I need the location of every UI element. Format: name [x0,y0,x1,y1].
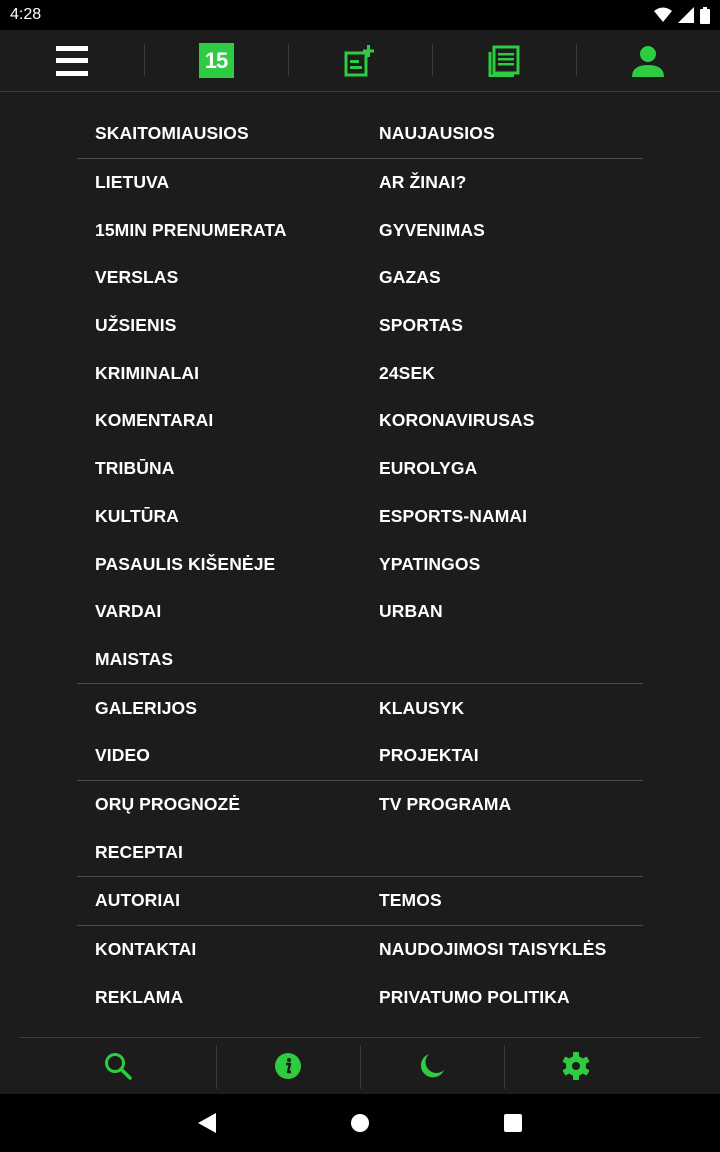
menu-item-koronavirusas[interactable]: KORONAVIRUSAS [361,410,643,431]
menu-row: AUTORIAI TEMOS [77,877,643,925]
menu-item-ar-zinai[interactable]: AR ŽINAI? [361,172,643,193]
signal-icon [678,7,694,23]
menu-item-verslas[interactable]: VERSLAS [77,267,361,288]
section-menu: SKAITOMIAUSIOS NAUJAUSIOS LIETUVA AR ŽINAI?… [77,110,643,1021]
menu-row: ORŲ PROGNOZĖ TV PROGRAMA [77,781,643,829]
menu-row: GALERIJOS KLAUSYK [77,684,643,732]
menu-item-projektai[interactable]: PROJEKTAI [361,745,643,766]
menu-item-pasaulis-kiseneje[interactable]: PASAULIS KIŠENĖJE [77,554,361,575]
menu-row: MAISTAS [77,636,643,684]
menu-section: SKAITOMIAUSIOS NAUJAUSIOS [77,110,643,158]
gear-icon [562,1052,590,1080]
menu-item-esports-namai[interactable]: ESPORTS-NAMAI [361,506,643,527]
home-button[interactable] [284,1114,437,1132]
recents-icon [504,1114,522,1132]
menu-section: KONTAKTAI NAUDOJIMOSI TAISYKLĖS REKLAMA PRI… [77,924,643,1021]
menu-item-naudojimosi-taisykles[interactable]: NAUDOJIMOSI TAISYKLĖS [361,939,643,960]
menu-row: 15MIN PRENUMERATA GYVENIMAS [77,206,643,254]
menu-item-video[interactable]: VIDEO [77,745,361,766]
menu-item-ypatingos[interactable]: YPATINGOS [361,554,643,575]
menu-item-temos[interactable]: TEMOS [361,890,643,911]
menu-item-receptai[interactable]: RECEPTAI [77,842,361,863]
menu-item-autoriai[interactable]: AUTORIAI [77,890,361,911]
menu-item-kriminalai[interactable]: KRIMINALAI [77,363,361,384]
menu-item-skaitomiausios[interactable]: SKAITOMIAUSIOS [77,123,361,144]
info-icon [275,1053,301,1079]
menu-item-gazas[interactable]: GAZAS [361,267,643,288]
articles-button[interactable] [432,30,576,91]
user-button[interactable] [576,30,720,91]
menu-row: KRIMINALAI 24SEK [77,349,643,397]
menu-section: AUTORIAI TEMOS [77,876,643,925]
menu-section: GALERIJOS KLAUSYK VIDEO PROJEKTAI [77,683,643,779]
add-article-icon [344,44,374,76]
menu-item-naujausios[interactable]: NAUJAUSIOS [361,123,643,144]
menu-row: REKLAMA PRIVATUMO POLITIKA [77,973,643,1021]
moon-icon [420,1054,444,1078]
menu-item-kultura[interactable]: KULTŪRA [77,506,361,527]
menu-item-gyvenimas[interactable]: GYVENIMAS [361,220,643,241]
recents-button[interactable] [437,1114,590,1132]
menu-row: SKAITOMIAUSIOS NAUJAUSIOS [77,110,643,158]
status-icons [654,6,710,24]
status-time: 4:28 [10,6,42,23]
menu-item-15min-prenumerata[interactable]: 15MIN PRENUMERATA [77,220,361,241]
menu-row: TRIBŪNA EUROLYGA [77,445,643,493]
menu-icon [56,45,88,76]
menu-row: KOMENTARAI KORONAVIRUSAS [77,397,643,445]
menu-row: VIDEO PROJEKTAI [77,732,643,780]
menu-row: VERSLAS GAZAS [77,254,643,302]
menu-item-lietuva[interactable]: LIETUVA [77,172,361,193]
menu-item-komentarai[interactable]: KOMENTARAI [77,410,361,431]
menu-item-tribuna[interactable]: TRIBŪNA [77,458,361,479]
menu-item-24sek[interactable]: 24SEK [361,363,643,384]
menu-item-kontaktai[interactable]: KONTAKTAI [77,939,361,960]
menu-item-reklama[interactable]: REKLAMA [77,987,361,1008]
status-bar: 4:28 [0,0,720,30]
battery-icon [700,6,710,24]
menu-row: KONTAKTAI NAUDOJIMOSI TAISYKLĖS [77,926,643,974]
menu-item-uzsienis[interactable]: UŽSIENIS [77,315,361,336]
home-logo-button[interactable]: 15 [144,30,288,91]
system-nav-bar [0,1094,720,1152]
add-article-button[interactable] [288,30,432,91]
user-icon [632,45,664,77]
menu-item-tv-programa[interactable]: TV PROGRAMA [361,794,643,815]
menu-item-klausyk[interactable]: KLAUSYK [361,698,643,719]
back-icon [198,1113,216,1133]
menu-item-maistas[interactable]: MAISTAS [77,649,361,670]
menu-row: VARDAI URBAN [77,588,643,636]
menu-row: PASAULIS KIŠENĖJE YPATINGOS [77,540,643,588]
menu-section: LIETUVA AR ŽINAI? 15MIN PRENUMERATA GYVENIM… [77,157,643,684]
search-button[interactable] [19,1038,216,1094]
menu-item-urban[interactable]: URBAN [361,601,643,622]
bottom-toolbar [19,1037,701,1094]
info-button[interactable] [216,1038,360,1094]
menu-button[interactable] [0,30,144,91]
top-toolbar: 15 [0,30,720,92]
menu-section: ORŲ PROGNOZĖ TV PROGRAMA RECEPTAI [77,779,643,876]
menu-row: RECEPTAI [77,828,643,876]
back-button[interactable] [131,1113,284,1133]
logo-icon: 15 [198,43,234,78]
dark-mode-button[interactable] [360,1038,504,1094]
home-icon [351,1114,369,1132]
search-icon [104,1053,132,1080]
wifi-icon [654,7,672,22]
menu-row: LIETUVA AR ŽINAI? [77,159,643,207]
menu-item-sportas[interactable]: SPORTAS [361,315,643,336]
menu-row: KULTŪRA ESPORTS-NAMAI [77,493,643,541]
articles-icon [488,45,520,77]
menu-item-privatumo-politika[interactable]: PRIVATUMO POLITIKA [361,987,643,1008]
menu-item-vardai[interactable]: VARDAI [77,601,361,622]
menu-row: UŽSIENIS SPORTAS [77,302,643,350]
menu-item-eurolyga[interactable]: EUROLYGA [361,458,643,479]
menu-item-oru-prognoze[interactable]: ORŲ PROGNOZĖ [77,794,361,815]
settings-button[interactable] [504,1038,701,1094]
menu-item-galerijos[interactable]: GALERIJOS [77,698,361,719]
